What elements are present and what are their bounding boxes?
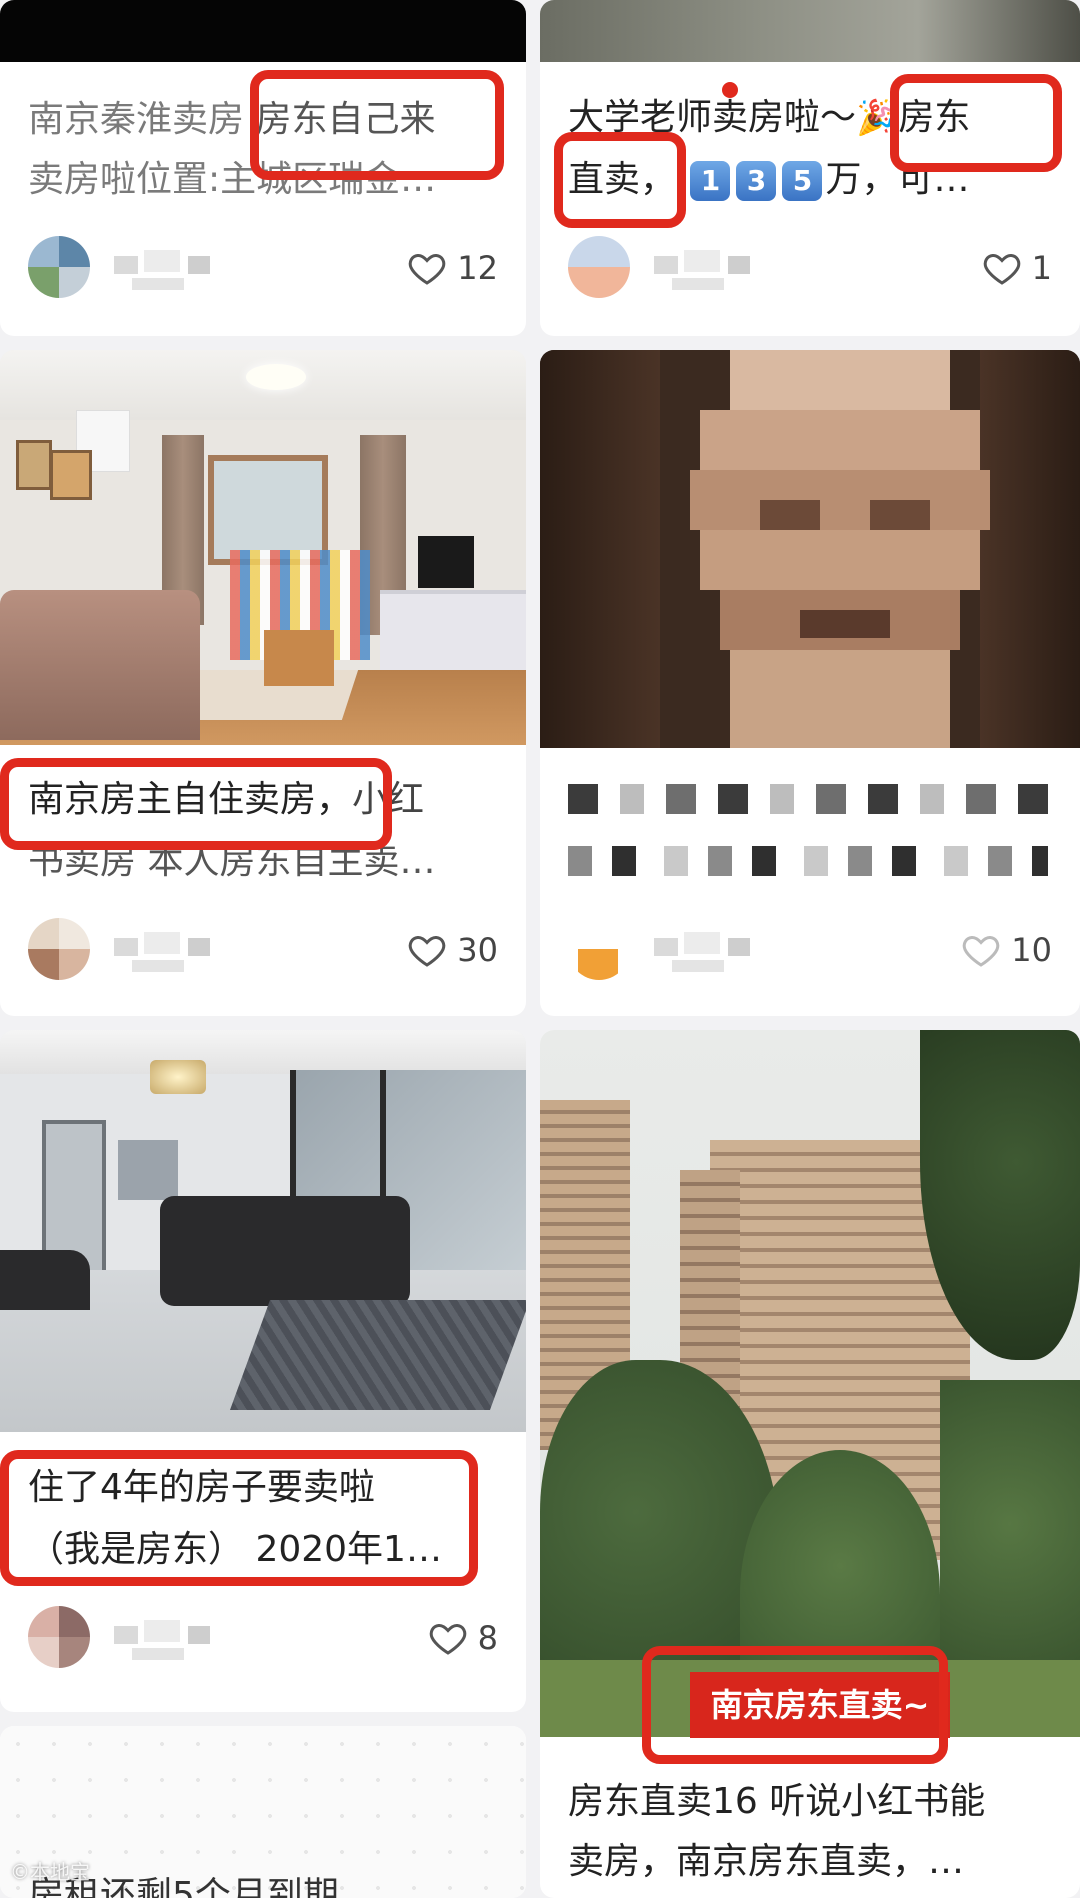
card-photo[interactable] <box>0 350 526 745</box>
card-meta: 30 <box>28 918 498 988</box>
highlight-box <box>0 758 392 850</box>
like-button[interactable]: 12 <box>407 248 498 288</box>
card-title-blurred[interactable] <box>568 770 1052 890</box>
avatar[interactable] <box>28 918 90 980</box>
like-count: 10 <box>1011 931 1052 969</box>
card-title-line2: 卖房，南京房东直卖，… <box>568 1841 965 1882</box>
card-photo[interactable] <box>0 0 526 62</box>
highlight-box <box>890 74 1062 172</box>
feed-card-2[interactable]: 大学老师卖房啦～🎉房东 直卖， 1 3 5 万，可… 1 <box>540 0 1080 336</box>
like-button[interactable]: 10 <box>961 930 1052 970</box>
card-title[interactable]: 房东直卖16 听说小红书能 <box>568 1772 1052 1832</box>
watermark: ©本地宝 <box>10 1860 90 1884</box>
card-meta: 1 <box>568 236 1052 306</box>
like-button[interactable]: 8 <box>428 1618 498 1658</box>
feed-card-1[interactable]: 南京秦淮卖房 房东自己来 卖房啦位置:主城区瑞金… 12 <box>0 0 526 336</box>
heart-icon <box>983 253 1020 285</box>
highlight-box <box>250 70 504 180</box>
heart-icon <box>963 935 1000 967</box>
username[interactable] <box>114 932 214 972</box>
avatar[interactable] <box>28 1606 90 1668</box>
keycap-3-icon: 3 <box>736 161 777 201</box>
card-meta: 8 <box>28 1606 498 1676</box>
feed-card-4[interactable]: 10 <box>540 350 1080 1016</box>
feed-card-6[interactable]: 南京房东直卖~ 房东直卖16 听说小红书能 卖房，南京房东直卖，… <box>540 1030 1080 1898</box>
heart-icon <box>429 1623 466 1655</box>
keycap-1-icon: 1 <box>690 161 731 201</box>
avatar[interactable] <box>28 236 90 298</box>
feed-card-3[interactable]: 南京房主自住卖房，小红 书卖房 本人房东自主卖… 30 <box>0 350 526 1016</box>
keycap-5-icon: 5 <box>782 161 823 201</box>
card-title[interactable]: 房租还剩5个月到期 <box>28 1866 498 1898</box>
like-count: 30 <box>457 931 498 969</box>
username[interactable] <box>114 250 264 290</box>
username[interactable] <box>114 1620 274 1660</box>
like-count: 1 <box>1031 249 1052 287</box>
like-count: 12 <box>457 249 498 287</box>
card-meta: 12 <box>28 236 498 306</box>
username[interactable] <box>654 250 904 290</box>
card-photo-pixelated[interactable] <box>540 350 1080 748</box>
like-button[interactable]: 30 <box>407 930 498 970</box>
card-photo[interactable] <box>0 1030 526 1432</box>
feed-card-5[interactable]: 住了4年的房子要卖啦 （我是房东） 2020年1… 8 <box>0 1030 526 1712</box>
highlight-box <box>0 1450 478 1586</box>
highlight-box <box>642 1646 948 1764</box>
username[interactable] <box>654 932 904 972</box>
avatar[interactable] <box>568 918 630 980</box>
highlight-box <box>554 132 686 228</box>
feed-card-7[interactable]: 房租还剩5个月到期 ©本地宝 <box>0 1726 526 1898</box>
heart-icon <box>409 253 446 285</box>
card-meta: 10 <box>568 918 1052 988</box>
card-photo[interactable] <box>540 1030 1080 1737</box>
avatar[interactable] <box>568 236 630 298</box>
like-button[interactable]: 1 <box>982 248 1052 288</box>
like-count: 8 <box>477 1619 498 1657</box>
card-photo[interactable] <box>540 0 1080 62</box>
heart-icon <box>409 935 446 967</box>
